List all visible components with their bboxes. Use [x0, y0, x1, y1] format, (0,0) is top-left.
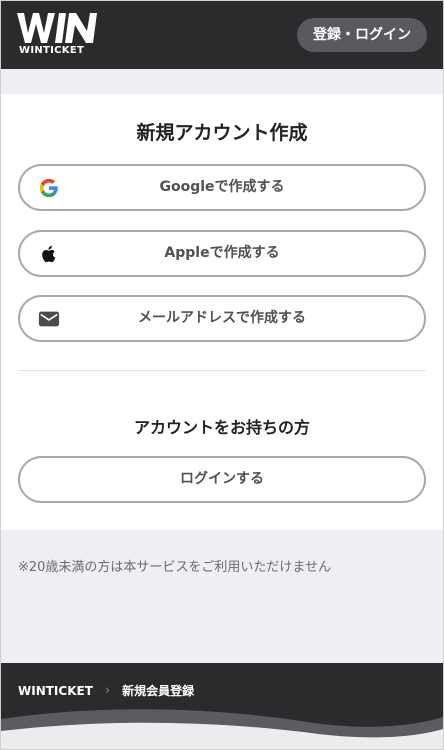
existing-account-title: アカウントをお持ちの方 [133, 418, 310, 437]
email-signup-label: メールアドレスで作成する [138, 310, 306, 326]
google-signup-button[interactable]: Googleで作成する [18, 164, 426, 211]
footer-wave-decoration [1, 709, 443, 749]
winticket-logo[interactable]: WINTICKET [17, 11, 103, 57]
login-label: ログインする [180, 471, 264, 487]
page: WINTICKET 登録・ログイン 新規アカウント作成 Googleで作成する [0, 0, 444, 750]
google-signup-label: Googleで作成する [159, 179, 285, 195]
footer: WINTICKET › 新規会員登録 [1, 663, 443, 749]
breadcrumb-current: 新規会員登録 [122, 684, 195, 698]
apple-signup-label: Appleで作成する [164, 245, 280, 261]
register-login-button[interactable]: 登録・ログイン [297, 18, 427, 52]
breadcrumb-home[interactable]: WINTICKET [18, 684, 93, 698]
signup-card: 新規アカウント作成 Googleで作成する Appleで作成する メールアドレス… [1, 94, 443, 530]
logo-mark [17, 13, 97, 43]
chevron-right-icon: › [104, 683, 111, 698]
email-signup-button[interactable]: メールアドレスで作成する [18, 295, 426, 342]
age-notice: ※20歳未満の方は本サービスをご利用いただけません [18, 560, 332, 575]
signup-title: 新規アカウント作成 [136, 122, 308, 144]
login-button[interactable]: ログインする [18, 456, 426, 503]
apple-signup-button[interactable]: Appleで作成する [18, 230, 426, 277]
breadcrumb: WINTICKET › 新規会員登録 [18, 682, 194, 699]
section-divider [18, 370, 426, 371]
app-header: WINTICKET 登録・ログイン [1, 1, 443, 69]
logo-subtext: WINTICKET [19, 45, 85, 56]
